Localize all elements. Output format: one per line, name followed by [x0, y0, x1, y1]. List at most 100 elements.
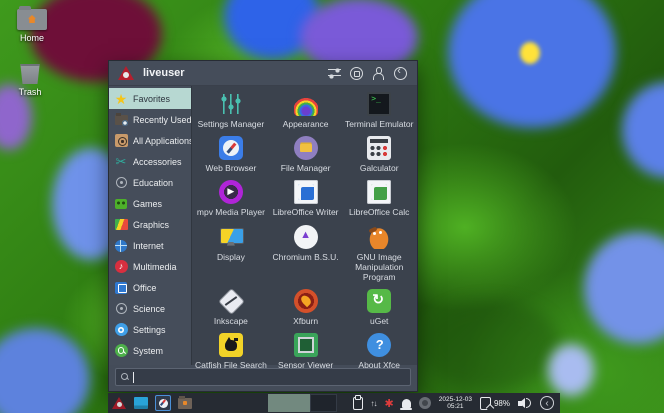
speaker-icon [518, 397, 532, 409]
workspace-2[interactable] [310, 394, 337, 412]
refresh-arrow-icon [367, 289, 392, 314]
app-label: Appearance [282, 119, 329, 129]
magnifier-circle-icon [114, 344, 128, 357]
app-label: Display [216, 251, 245, 262]
category-system[interactable]: System [109, 340, 191, 361]
log-out-button[interactable] [392, 65, 408, 81]
category-education[interactable]: Education [109, 172, 191, 193]
blue-flower [448, 0, 616, 128]
blue-flower [0, 328, 90, 413]
applications-menu-button[interactable] [110, 394, 128, 412]
distro-triangle-logo [112, 397, 126, 409]
app-label: LibreOffice Calc [349, 207, 410, 218]
app-file-manager[interactable]: File Manager [269, 133, 343, 177]
app-window-button[interactable] [132, 394, 150, 412]
category-multimedia[interactable]: ♪ Multimedia [109, 256, 191, 277]
panel-launchers [108, 394, 194, 412]
app-uget[interactable]: uGet [342, 286, 416, 330]
app-label: Inkscape [213, 316, 248, 327]
search-row [109, 365, 417, 391]
app-libreoffice-calc[interactable]: LibreOffice Calc [342, 177, 416, 221]
lock-screen-button[interactable] [348, 65, 364, 81]
desktop-icon-trash[interactable]: Trash [4, 64, 56, 97]
app-settings-manager[interactable]: Settings Manager [193, 89, 269, 133]
app-display[interactable]: Display [193, 222, 269, 287]
app-label: mpv Media Player [196, 207, 265, 218]
clock[interactable]: 2025-12-03 05:21 [439, 396, 472, 410]
app-label: uGet [369, 316, 389, 327]
question-circle-icon [367, 333, 392, 358]
monitor-icon [219, 225, 244, 249]
battery-indicator[interactable]: 98% [479, 396, 510, 410]
atom-icon [115, 303, 127, 314]
category-settings[interactable]: Settings [109, 319, 191, 340]
whisker-menu: liveuser ★ Favorites Recently Used All A… [108, 60, 418, 392]
category-favorites[interactable]: ★ Favorites [109, 88, 191, 109]
diamond-pen-icon [219, 289, 243, 313]
menu-header: liveuser [109, 61, 417, 86]
app-label: Galculator [359, 163, 399, 174]
search-icon [121, 373, 128, 380]
music-note-icon: ♪ [114, 260, 128, 273]
category-sidebar: ★ Favorites Recently Used All Applicatio… [109, 86, 194, 365]
category-label: Favorites [133, 93, 171, 104]
folder-circle-icon [293, 136, 318, 161]
category-label: Games [133, 198, 163, 209]
clipboard-tray-button[interactable] [352, 395, 363, 410]
app-terminal-emulator[interactable]: Terminal Emulator [342, 89, 416, 133]
workspace-1[interactable] [268, 394, 310, 412]
network-traffic-button[interactable]: ↑↓ [371, 399, 378, 408]
app-xfburn[interactable]: Xfburn [269, 286, 343, 330]
volume-button[interactable] [518, 397, 532, 409]
app-label: GNU Image Manipulation Program [355, 251, 404, 282]
app-web-browser[interactable]: Web Browser [193, 133, 269, 177]
category-label: Education [133, 177, 174, 188]
system-tray: ↑↓ ✱ 2025-12-03 05:21 98% ‹ [352, 393, 554, 413]
web-browser-button[interactable] [154, 394, 172, 412]
power-circle-icon [393, 65, 407, 80]
switch-user-button[interactable] [370, 65, 386, 81]
blue-flower [584, 232, 664, 344]
workspace-pager [268, 394, 337, 412]
notifications-button[interactable] [400, 398, 413, 410]
flame-circle-icon [293, 289, 318, 314]
category-office[interactable]: Office [109, 277, 191, 298]
all-settings-button[interactable] [326, 65, 342, 81]
desktop-icon-home[interactable]: Home [6, 6, 58, 43]
updates-button[interactable]: ✱ [385, 397, 394, 410]
home-folder-icon [17, 6, 47, 30]
search-input[interactable] [133, 369, 403, 385]
app-chromium-bsu[interactable]: Chromium B.S.U. [269, 222, 343, 287]
app-label: Xfburn [293, 316, 319, 327]
calc-document-icon [367, 180, 392, 205]
app-libreoffice-writer[interactable]: LibreOffice Writer [269, 177, 343, 221]
chip-icon [293, 333, 318, 358]
gray-circle-icon [418, 397, 431, 409]
app-appearance[interactable]: Appearance [269, 89, 343, 133]
flower-center [520, 42, 540, 64]
category-accessories[interactable]: ✂ Accessories [109, 151, 191, 172]
category-graphics[interactable]: Graphics [109, 214, 191, 235]
app-inkscape[interactable]: Inkscape [193, 286, 269, 330]
app-label: Settings Manager [197, 119, 265, 129]
category-science[interactable]: Science [109, 298, 191, 319]
rocket-circle-icon [293, 224, 318, 249]
category-internet[interactable]: Internet [109, 235, 191, 256]
category-recently-used[interactable]: Recently Used [109, 109, 192, 130]
picture-icon [114, 219, 128, 230]
category-all-applications[interactable]: All Applications [109, 130, 194, 151]
document-icon [115, 281, 127, 294]
search-field[interactable] [115, 368, 411, 386]
panel-collapse-button[interactable]: ‹ [540, 396, 554, 410]
category-games[interactable]: Games [109, 193, 191, 214]
black-cat-icon [218, 333, 243, 358]
file-manager-button[interactable] [176, 394, 194, 412]
application-grid: Settings Manager Appearance Terminal Emu… [191, 86, 417, 370]
app-mpv-media-player[interactable]: mpv Media Player [193, 177, 269, 221]
app-galculator[interactable]: Galculator [342, 133, 416, 177]
status-tray-button[interactable] [418, 397, 431, 409]
category-label: Graphics [133, 219, 170, 230]
app-gnu-image-manipulation-program[interactable]: GNU Image Manipulation Program [342, 222, 416, 287]
clock-time: 05:21 [447, 403, 464, 410]
compass-icon [218, 136, 243, 161]
